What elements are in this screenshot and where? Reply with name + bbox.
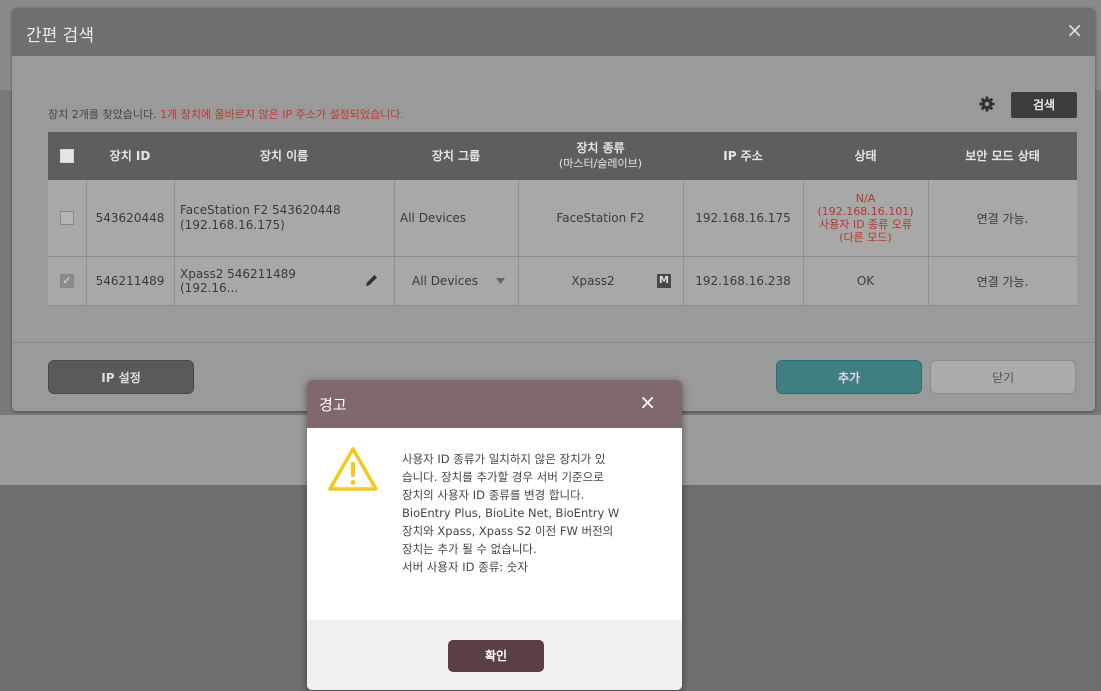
header-device-type: 장치 종류 (마스터/슬레이브) bbox=[518, 132, 683, 180]
header-device-name: 장치 이름 bbox=[259, 148, 309, 163]
device-group-cell: All Devices bbox=[400, 211, 466, 225]
device-id-cell: 543620448 bbox=[95, 211, 165, 225]
checkmark-icon: ✓ bbox=[62, 274, 72, 287]
status-cell: N/A (192.168.16.101) 사용자 ID 종류 오류 (다른 모드… bbox=[817, 192, 914, 244]
header-status: 상태 bbox=[854, 148, 877, 163]
master-badge-cell: M bbox=[657, 257, 677, 305]
ip-settings-button[interactable]: IP 설정 bbox=[48, 360, 194, 394]
quick-search-dialog: 간편 검색 × 장치 2개를 찾았습니다. 1개 장치에 올바르지 않은 IP … bbox=[12, 8, 1095, 411]
warning-dialog-header: 경고 × bbox=[307, 380, 682, 428]
ip-warning-text: 1개 장치에 올바르지 않은 IP 주소가 설정되었습니다. bbox=[160, 108, 404, 121]
ip-cell: 192.168.16.238 bbox=[695, 274, 791, 288]
dropdown-arrow-icon[interactable] bbox=[496, 278, 505, 284]
master-badge: M bbox=[657, 274, 671, 288]
device-group-select[interactable]: All Devices bbox=[412, 257, 492, 305]
select-all-checkbox[interactable] bbox=[60, 149, 74, 163]
footer-divider bbox=[12, 342, 1095, 343]
table-row[interactable]: ✓ 546211489 Xpass2 546211489 (192.16... … bbox=[48, 257, 1077, 306]
device-id-cell: 546211489 bbox=[95, 274, 165, 288]
dialog-header: 간편 검색 × bbox=[12, 8, 1095, 56]
ip-cell: 192.168.16.175 bbox=[695, 211, 791, 225]
warning-dialog: 경고 × 사용자 ID 종류가 일치하지 않은 장치가 있 습니다. 장치를 추… bbox=[307, 380, 682, 690]
close-icon[interactable]: × bbox=[639, 392, 656, 412]
row-checkbox[interactable] bbox=[60, 211, 74, 225]
warning-icon bbox=[328, 447, 378, 491]
gear-icon[interactable] bbox=[977, 94, 997, 114]
security-mode-cell: 연결 가능. bbox=[976, 274, 1029, 289]
table-row[interactable]: 543620448 FaceStation F2 543620448 (192.… bbox=[48, 180, 1077, 257]
table-header: 장치 ID 장치 이름 장치 그룹 장치 종류 (마스터/슬레이브) IP 주소… bbox=[48, 132, 1077, 180]
result-count-text: 장치 2개를 찾았습니다. bbox=[48, 108, 161, 121]
header-device-group: 장치 그룹 bbox=[431, 148, 481, 163]
device-name-cell: Xpass2 546211489 (192.16... bbox=[180, 267, 296, 295]
search-result-message: 장치 2개를 찾았습니다. 1개 장치에 올바르지 않은 IP 주소가 설정되었… bbox=[48, 106, 404, 122]
warning-dialog-footer: 확인 bbox=[307, 620, 682, 690]
row-checkbox-checked[interactable]: ✓ bbox=[60, 274, 74, 288]
warning-message: 사용자 ID 종류가 일치하지 않은 장치가 있 습니다. 장치를 추가할 경우… bbox=[402, 452, 620, 574]
row-checkbox-cell[interactable]: ✓ bbox=[48, 257, 86, 305]
header-device-type-sub: (마스터/슬레이브) bbox=[558, 157, 643, 170]
ok-button[interactable]: 확인 bbox=[448, 640, 544, 672]
search-button[interactable]: 검색 bbox=[1011, 92, 1077, 118]
pencil-icon[interactable] bbox=[364, 273, 379, 288]
device-type-cell: FaceStation F2 bbox=[556, 211, 645, 225]
row-checkbox-cell[interactable] bbox=[48, 180, 86, 256]
device-name-cell: FaceStation F2 543620448 (192.168.16.175… bbox=[180, 203, 341, 232]
header-ip: IP 주소 bbox=[723, 148, 763, 163]
header-device-id: 장치 ID bbox=[109, 148, 151, 163]
dialog-title: 간편 검색 bbox=[26, 26, 94, 46]
header-security-mode: 보안 모드 상태 bbox=[965, 148, 1040, 163]
security-mode-cell: 연결 가능. bbox=[976, 211, 1029, 226]
header-checkbox-cell[interactable] bbox=[48, 132, 86, 180]
add-button[interactable]: 추가 bbox=[776, 360, 922, 394]
status-cell: OK bbox=[856, 274, 875, 288]
close-icon[interactable]: × bbox=[1066, 20, 1083, 40]
header-device-type-label: 장치 종류 bbox=[576, 141, 625, 155]
device-type-cell: Xpass2 bbox=[571, 274, 615, 288]
warning-dialog-title: 경고 bbox=[319, 396, 347, 414]
close-button[interactable]: 닫기 bbox=[930, 360, 1076, 394]
